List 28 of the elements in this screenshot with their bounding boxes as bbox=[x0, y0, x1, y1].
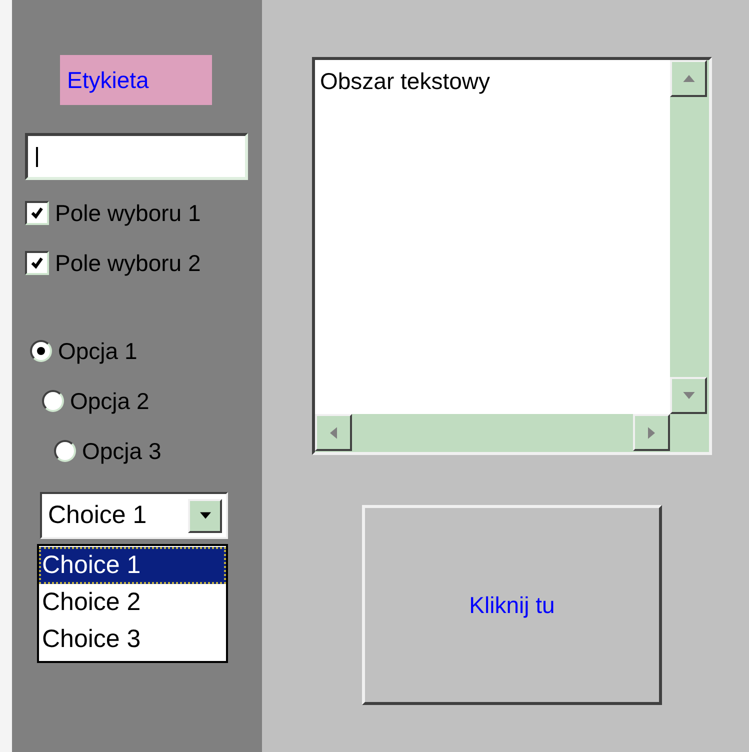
radio-label: Opcja 2 bbox=[70, 388, 150, 414]
text-field[interactable] bbox=[25, 133, 248, 180]
scroll-left-icon[interactable] bbox=[315, 414, 352, 451]
scroll-up-icon[interactable] bbox=[670, 60, 707, 97]
horizontal-scrollbar[interactable] bbox=[315, 414, 670, 452]
dropdown-option[interactable]: Choice 1 bbox=[39, 547, 226, 584]
dropdown[interactable]: Choice 1 bbox=[40, 492, 228, 539]
radio-label: Opcja 3 bbox=[82, 438, 162, 464]
scroll-right-icon[interactable] bbox=[633, 414, 670, 451]
scroll-down-icon[interactable] bbox=[670, 377, 707, 414]
checkmark-icon bbox=[30, 256, 44, 270]
radio-button[interactable] bbox=[42, 390, 64, 412]
radio-button[interactable] bbox=[30, 340, 52, 362]
checkmark-icon bbox=[30, 206, 44, 220]
checkbox-label: Pole wyboru 1 bbox=[55, 200, 201, 226]
text-area[interactable]: Obszar tekstowy bbox=[312, 57, 712, 455]
checkbox-label: Pole wyboru 2 bbox=[55, 250, 201, 276]
checkbox[interactable] bbox=[25, 251, 49, 275]
vertical-scrollbar[interactable] bbox=[670, 60, 709, 414]
scrollbar-corner bbox=[670, 414, 709, 452]
dropdown-option[interactable]: Choice 2 bbox=[39, 584, 226, 621]
checkbox[interactable] bbox=[25, 201, 49, 225]
radio-label: Opcja 1 bbox=[58, 338, 138, 364]
label: Etykieta bbox=[60, 55, 212, 105]
radio-button[interactable] bbox=[54, 440, 76, 462]
dropdown-option[interactable]: Choice 3 bbox=[39, 621, 226, 658]
text-area-content: Obszar tekstowy bbox=[319, 67, 491, 96]
click-button[interactable]: Kliknij tu bbox=[362, 505, 662, 705]
